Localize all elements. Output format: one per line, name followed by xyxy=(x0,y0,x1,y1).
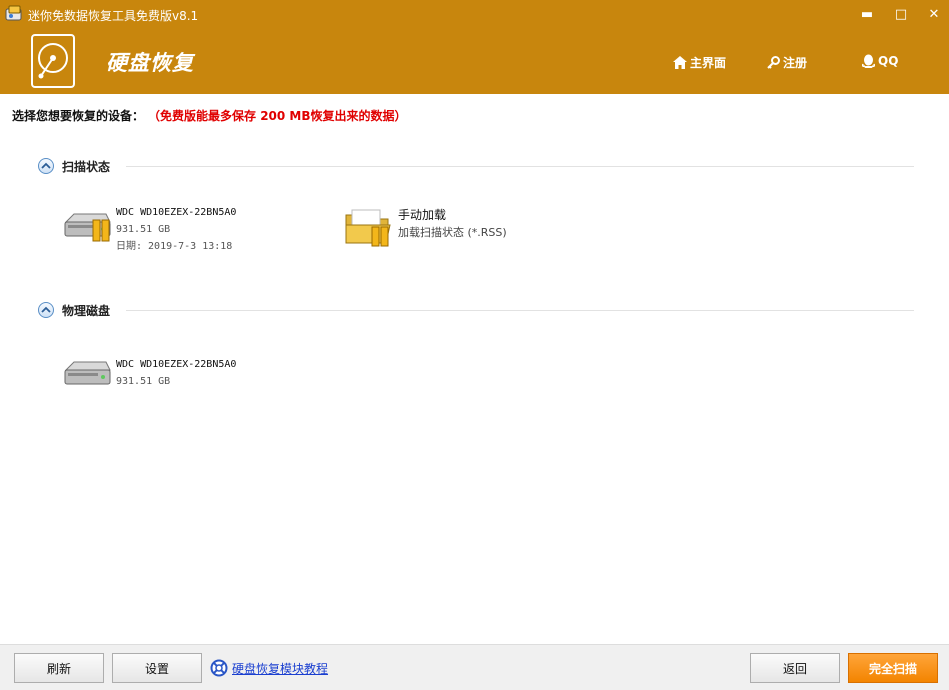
free-version-note: （免费版能最多保存 200 MB恢复出来的数据） xyxy=(154,109,407,123)
full-scan-button[interactable]: 完全扫描 xyxy=(848,653,938,683)
window-title: 迷你免数据恢复工具免费版v8.1 xyxy=(28,9,199,23)
hard-disk-icon xyxy=(64,361,111,385)
home-icon xyxy=(673,56,687,69)
scan-status-device-info: WDC WD10EZEX-22BN5A0 931.51 GB 日期: 2019-… xyxy=(116,204,236,255)
hard-disk-saved-state-icon xyxy=(64,213,111,242)
manual-load-item[interactable]: 手动加载 加载扫描状态 (*.RSS) xyxy=(344,207,507,247)
physical-disks-collapse-button[interactable] xyxy=(38,302,54,318)
key-icon xyxy=(767,56,780,69)
maximize-button[interactable]: □ xyxy=(892,6,910,24)
chevron-up-icon xyxy=(41,162,51,169)
home-nav-label: 主界面 xyxy=(690,56,727,70)
manual-load-title: 手动加载 xyxy=(398,208,447,222)
physical-disks-title: 物理磁盘 xyxy=(62,303,111,318)
physical-disk-info: WDC WD10EZEX-22BN5A0 931.51 GB xyxy=(116,356,236,396)
qq-nav-label: QQ xyxy=(878,54,899,68)
device-name: WDC WD10EZEX-22BN5A0 xyxy=(116,359,237,370)
back-button[interactable]: 返回 xyxy=(750,653,840,683)
minimize-button[interactable]: ▬ xyxy=(858,6,876,24)
refresh-button[interactable]: 刷新 xyxy=(14,653,104,683)
manual-load-info: 手动加载 加载扫描状态 (*.RSS) xyxy=(398,207,507,247)
settings-button[interactable]: 设置 xyxy=(112,653,202,683)
register-nav-link[interactable]: 注册 xyxy=(767,54,807,71)
scan-status-section-header: 扫描状态 xyxy=(38,157,914,175)
hard-disk-logo-icon xyxy=(31,34,75,88)
chevron-up-icon xyxy=(41,306,51,313)
tutorial-link[interactable]: 硬盘恢复模块教程 xyxy=(210,659,328,677)
lifebuoy-icon xyxy=(210,659,228,677)
physical-disks-section-header: 物理磁盘 xyxy=(38,301,914,319)
qq-penguin-icon xyxy=(862,54,875,68)
title-bar: 迷你免数据恢复工具免费版v8.1 ▬ □ ✕ xyxy=(0,0,949,30)
qq-nav-link[interactable]: QQ xyxy=(862,54,898,68)
device-prompt: 选择您想要恢复的设备： （免费版能最多保存 200 MB恢复出来的数据） xyxy=(12,107,407,124)
module-title: 硬盘恢复 xyxy=(106,50,194,75)
device-date: 日期: 2019-7-3 13:18 xyxy=(116,241,233,252)
section-divider xyxy=(126,165,914,167)
device-size: 931.51 GB xyxy=(116,376,171,387)
tutorial-link-label: 硬盘恢复模块教程 xyxy=(232,661,329,676)
register-nav-label: 注册 xyxy=(783,56,808,70)
home-nav-link[interactable]: 主界面 xyxy=(673,54,726,71)
bottom-toolbar: 刷新 设置 硬盘恢复模块教程 返回 完全扫描 xyxy=(0,644,949,690)
device-name: WDC WD10EZEX-22BN5A0 xyxy=(116,207,237,218)
header-banner: 迷你免数据恢复工具免费版v8.1 ▬ □ ✕ 硬盘恢复 主界面 注册 QQ xyxy=(0,0,949,94)
close-button[interactable]: ✕ xyxy=(925,6,943,24)
scan-status-device-item[interactable]: WDC WD10EZEX-22BN5A0 931.51 GB 日期: 2019-… xyxy=(62,204,236,255)
folder-load-icon xyxy=(345,209,391,247)
manual-load-subtitle: 加载扫描状态 (*.RSS) xyxy=(398,226,507,239)
prompt-label: 选择您想要恢复的设备： xyxy=(12,109,145,123)
section-divider xyxy=(126,309,914,311)
scan-status-title: 扫描状态 xyxy=(62,159,111,174)
device-size: 931.51 GB xyxy=(116,224,171,235)
scan-status-collapse-button[interactable] xyxy=(38,158,54,174)
physical-disk-item[interactable]: WDC WD10EZEX-22BN5A0 931.51 GB xyxy=(62,356,236,396)
app-icon xyxy=(5,5,22,21)
